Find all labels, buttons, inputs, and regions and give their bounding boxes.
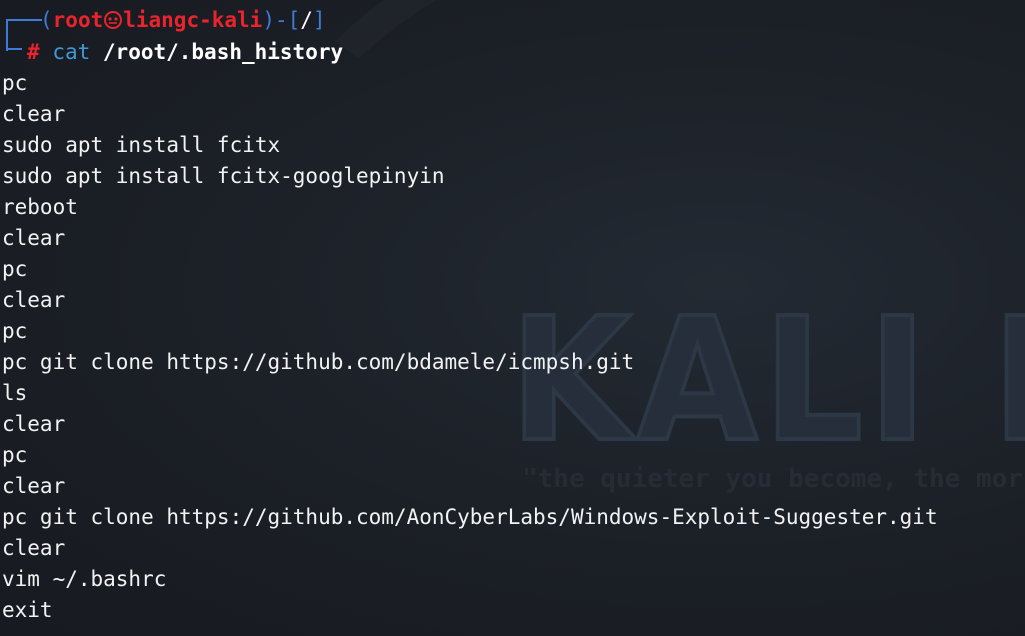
prompt-bracket-bottom <box>6 48 22 50</box>
history-line: pc <box>2 319 28 343</box>
skull-icon <box>103 8 123 32</box>
prompt-cwd: / <box>300 8 313 32</box>
history-line: clear <box>2 536 66 560</box>
history-line: clear <box>2 226 66 250</box>
history-line: clear <box>2 474 66 498</box>
history-line: pc git clone https://github.com/bdamele/… <box>2 350 635 374</box>
history-line: pc <box>2 257 28 281</box>
history-line: reboot <box>2 195 78 219</box>
paren-close-dash: )-[ <box>262 8 301 32</box>
prompt-user: root <box>52 8 104 32</box>
history-line: pc <box>2 71 28 95</box>
bracket-close: ] <box>312 8 326 32</box>
history-line: clear <box>2 102 66 126</box>
prompt-line-1: (root liangc-kali)-[/] <box>40 5 326 36</box>
paren-open: ( <box>40 8 53 32</box>
history-line: pc <box>2 443 28 467</box>
history-line: pc git clone https://github.com/AonCyber… <box>2 505 938 529</box>
command-output: pc clear sudo apt install fcitx sudo apt… <box>2 68 938 626</box>
command-argument: /root/.bash_history <box>102 40 344 64</box>
command-name: cat <box>52 40 91 64</box>
prompt-symbol: # <box>27 40 40 64</box>
history-line: ls <box>2 381 28 405</box>
terminal-window[interactable]: KALI LI "the quieter you become, the mor… <box>0 0 1025 636</box>
history-line: vim ~/.bashrc <box>2 567 167 591</box>
history-line: sudo apt install fcitx <box>2 133 281 157</box>
history-line: exit <box>2 598 53 622</box>
prompt-line-2: # cat /root/.bash_history <box>27 37 343 68</box>
history-line: clear <box>2 412 66 436</box>
prompt-host: liangc-kali <box>123 8 263 32</box>
history-line: sudo apt install fcitx-googlepinyin <box>2 164 445 188</box>
history-line: clear <box>2 288 66 312</box>
